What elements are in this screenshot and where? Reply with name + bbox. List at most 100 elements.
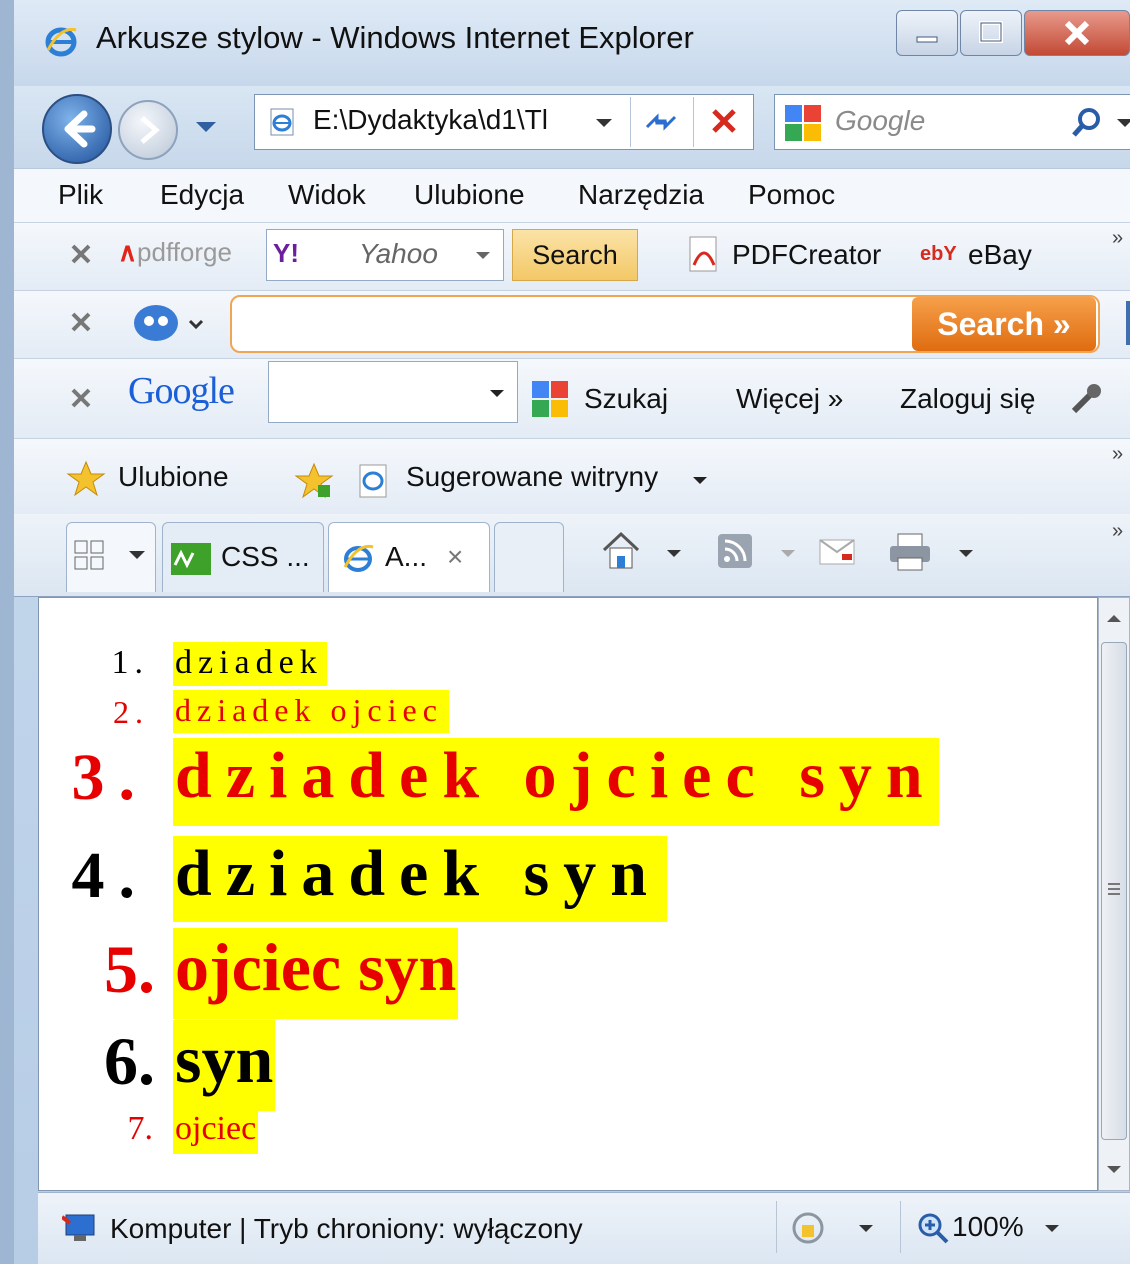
menu-widok[interactable]: Widok [288,179,366,211]
list-text: dziadek [173,642,327,686]
pdfforge-text: pdfforge [137,237,232,267]
menu-bar: Plik Edycja Widok Ulubione Narzędzia Pom… [14,168,1130,223]
feeds-dropdown-icon[interactable] [778,544,798,564]
forward-arrow-icon [140,116,160,144]
ie-tab-icon [343,544,374,572]
yahoo-logo: Y! [273,238,299,268]
tab-active-label: A... [385,541,428,572]
toolbar-end-edge [1126,301,1130,345]
list-number: 6. [104,1023,155,1099]
menu-edycja[interactable]: Edycja [160,179,244,211]
minimize-button[interactable] [896,10,958,56]
favorites-button[interactable]: Ulubione [118,461,229,493]
favorites-star-icon [66,460,106,497]
history-dropdown-icon[interactable] [186,106,226,146]
zoom-icon[interactable] [916,1211,950,1245]
close-toolbar-icon[interactable] [68,385,94,411]
yahoo-dropdown-icon[interactable] [473,246,493,266]
google-search-logo-icon [532,381,568,417]
list-number: 2. [113,694,149,730]
search-dropdown-icon[interactable] [1111,109,1130,137]
wrench-icon[interactable] [1068,381,1108,417]
ebay-logo: ebY [920,243,957,265]
read-mail-icon[interactable] [818,534,858,568]
pdfcreator-link[interactable]: PDFCreator [732,239,881,271]
list-number: 4. [71,839,149,912]
tab-css[interactable]: CSS ... [162,522,324,592]
tab-close-icon[interactable]: × [447,541,463,573]
close-toolbar-icon[interactable] [68,309,94,335]
home-icon[interactable] [598,528,644,574]
home-dropdown-icon[interactable] [664,544,684,564]
zoom-dropdown-icon[interactable] [1042,1219,1062,1239]
scroll-up-icon[interactable] [1103,608,1125,630]
ebay-link[interactable]: eBay [968,239,1032,271]
zoom-level[interactable]: 100% [952,1211,1024,1243]
list-number: 3. [71,741,149,814]
google-search-input[interactable] [268,361,518,423]
back-button[interactable] [42,94,112,164]
close-toolbar-icon[interactable] [68,241,94,267]
refresh-icon [645,113,677,131]
google-logo-icon [785,105,821,141]
wiecej-button[interactable]: Więcej » [736,383,843,415]
print-dropdown-icon[interactable] [956,544,976,564]
forward-button[interactable] [118,100,178,160]
ie-window: Arkusze stylow - Windows Internet Explor… [0,0,1130,1264]
protected-mode-icon[interactable] [788,1209,828,1247]
favorites-more-button[interactable]: » [1112,443,1123,466]
smiley-logo-icon[interactable] [130,301,210,347]
computer-zone-icon [62,1214,95,1241]
toolbar1-more-button[interactable]: » [1112,227,1123,250]
vertical-scrollbar[interactable] [1098,597,1130,1191]
close-button[interactable] [1024,10,1130,56]
suggested-sites-dropdown-icon[interactable] [690,471,710,491]
window-controls [896,10,1130,56]
zaloguj-button[interactable]: Zaloguj się [900,383,1035,415]
address-dropdown-icon[interactable] [587,105,621,139]
list-number: 1. [111,644,149,681]
suggested-sites-button[interactable]: Sugerowane witryny [406,461,658,493]
scroll-down-icon[interactable] [1103,1158,1125,1180]
status-zone-text: Komputer | Tryb chroniony: wyłączony [110,1213,583,1244]
close-icon [1064,20,1090,46]
print-icon[interactable] [888,532,932,572]
maximize-button[interactable] [960,10,1022,56]
quick-tabs-button[interactable] [66,522,156,592]
yahoo-search-input[interactable]: Y! Yahoo [266,229,504,281]
page-icon [270,108,294,136]
google-input-dropdown-icon[interactable] [487,384,507,404]
stop-button[interactable] [693,97,754,147]
search-box[interactable]: Google [774,94,1130,150]
web-search-button[interactable]: Search » [912,297,1096,351]
new-tab-button[interactable] [494,522,564,592]
refresh-button[interactable] [630,97,691,147]
menu-pomoc[interactable]: Pomoc [748,179,835,211]
menu-plik[interactable]: Plik [58,179,103,211]
tab-active[interactable]: A... × [328,522,490,592]
google-logo: Google [128,369,235,413]
feeds-icon[interactable] [716,532,754,570]
pdfforge-toolbar: ∧pdfforge Y! Yahoo Search PDFCreator ebY… [14,222,1130,291]
address-bar[interactable]: E:\Dydaktyka\d1\Tl [254,94,754,150]
commandbar-more-button[interactable]: » [1112,520,1123,543]
pdfforge-logo[interactable]: ∧pdfforge [118,237,232,268]
add-favorite-icon[interactable] [294,461,334,501]
list-number: 7. [127,1110,154,1147]
menu-ulubione[interactable]: Ulubione [414,179,525,211]
back-arrow-icon [64,110,96,148]
favorites-bar: Ulubione Sugerowane witryny » [14,438,1130,515]
list-text: dziadek ojciec syn [173,738,939,826]
yahoo-search-button[interactable]: Search [512,229,638,281]
protected-mode-dropdown-icon[interactable] [856,1219,876,1239]
list-text: dziadek syn [173,836,667,922]
page-content: 1. dziadek 2. dziadek ojciec 3. dziadek … [38,597,1098,1191]
szukaj-button[interactable]: Szukaj [584,383,668,415]
google-logo-text: Google [128,370,235,412]
title-bar: Arkusze stylow - Windows Internet Explor… [14,0,1130,86]
search-icon[interactable] [1069,105,1105,141]
menu-narzedzia[interactable]: Narzędzia [578,179,704,211]
yahoo-placeholder: Yahoo [359,238,438,269]
window-title: Arkusze stylow - Windows Internet Explor… [96,20,694,55]
scrollbar-thumb[interactable] [1101,642,1127,1140]
